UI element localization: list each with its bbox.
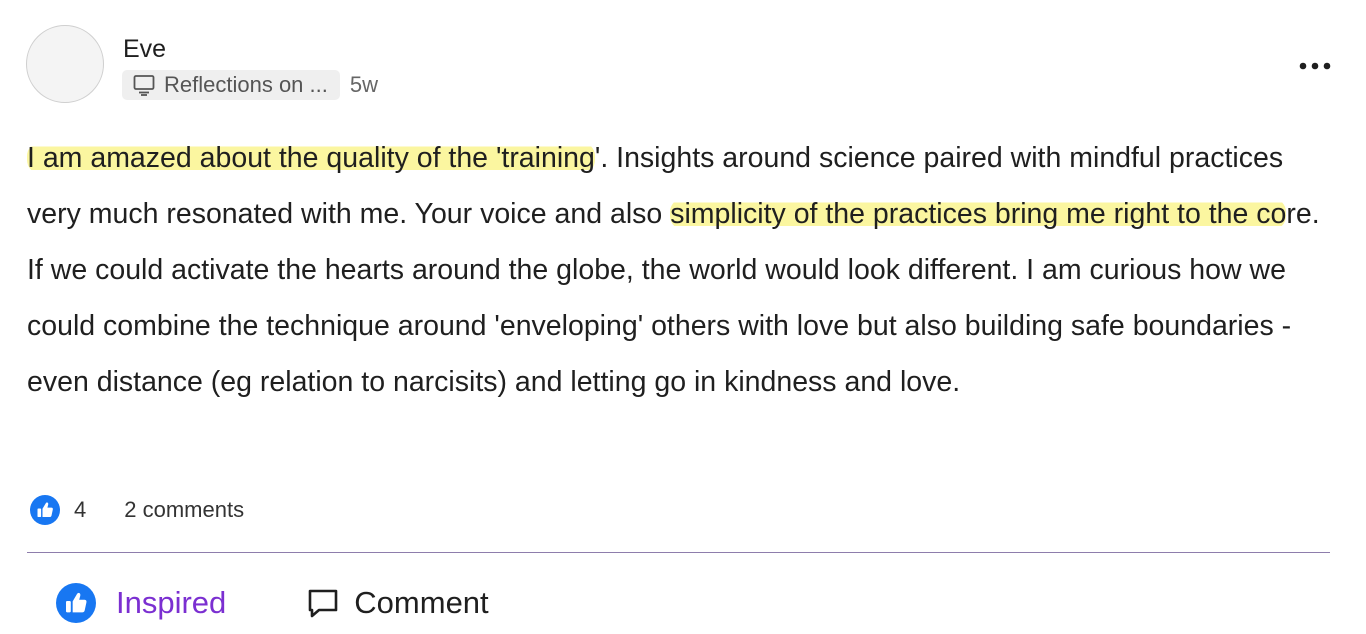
avatar[interactable]	[26, 25, 104, 103]
comment-icon	[308, 589, 338, 618]
comments-count[interactable]: 2 comments	[124, 497, 244, 523]
post-meta: Reflections on ... 5w	[122, 70, 378, 100]
space-name: Reflections on ...	[164, 72, 328, 97]
post-card: Eve Reflections on ... 5w I am amazed ab…	[0, 0, 1366, 634]
highlighted-text: simplicity of the practices bring me rig…	[670, 198, 1287, 230]
post-body: I am amazed about the quality of the 'tr…	[27, 130, 1342, 410]
inspired-button[interactable]: Inspired	[56, 583, 226, 623]
comment-label: Comment	[354, 585, 489, 620]
thumbs-up-icon	[56, 583, 96, 623]
divider	[27, 552, 1330, 553]
reaction-stats: 4 2 comments	[30, 494, 244, 526]
highlighted-text: I am amazed about the quality of the 'tr…	[27, 142, 595, 174]
comment-button[interactable]: Comment	[306, 585, 489, 621]
post-actions: Inspired Comment	[56, 583, 489, 623]
more-horizontal-icon	[1299, 62, 1331, 70]
post-timestamp[interactable]: 5w	[350, 72, 378, 98]
thumbs-up-icon[interactable]	[30, 495, 60, 525]
monitor-icon	[133, 75, 155, 96]
author-name[interactable]: Eve	[123, 34, 166, 64]
space-chip[interactable]: Reflections on ...	[122, 70, 340, 100]
inspired-label: Inspired	[116, 585, 227, 620]
more-options-button[interactable]	[1296, 56, 1334, 76]
like-count[interactable]: 4	[74, 497, 86, 523]
